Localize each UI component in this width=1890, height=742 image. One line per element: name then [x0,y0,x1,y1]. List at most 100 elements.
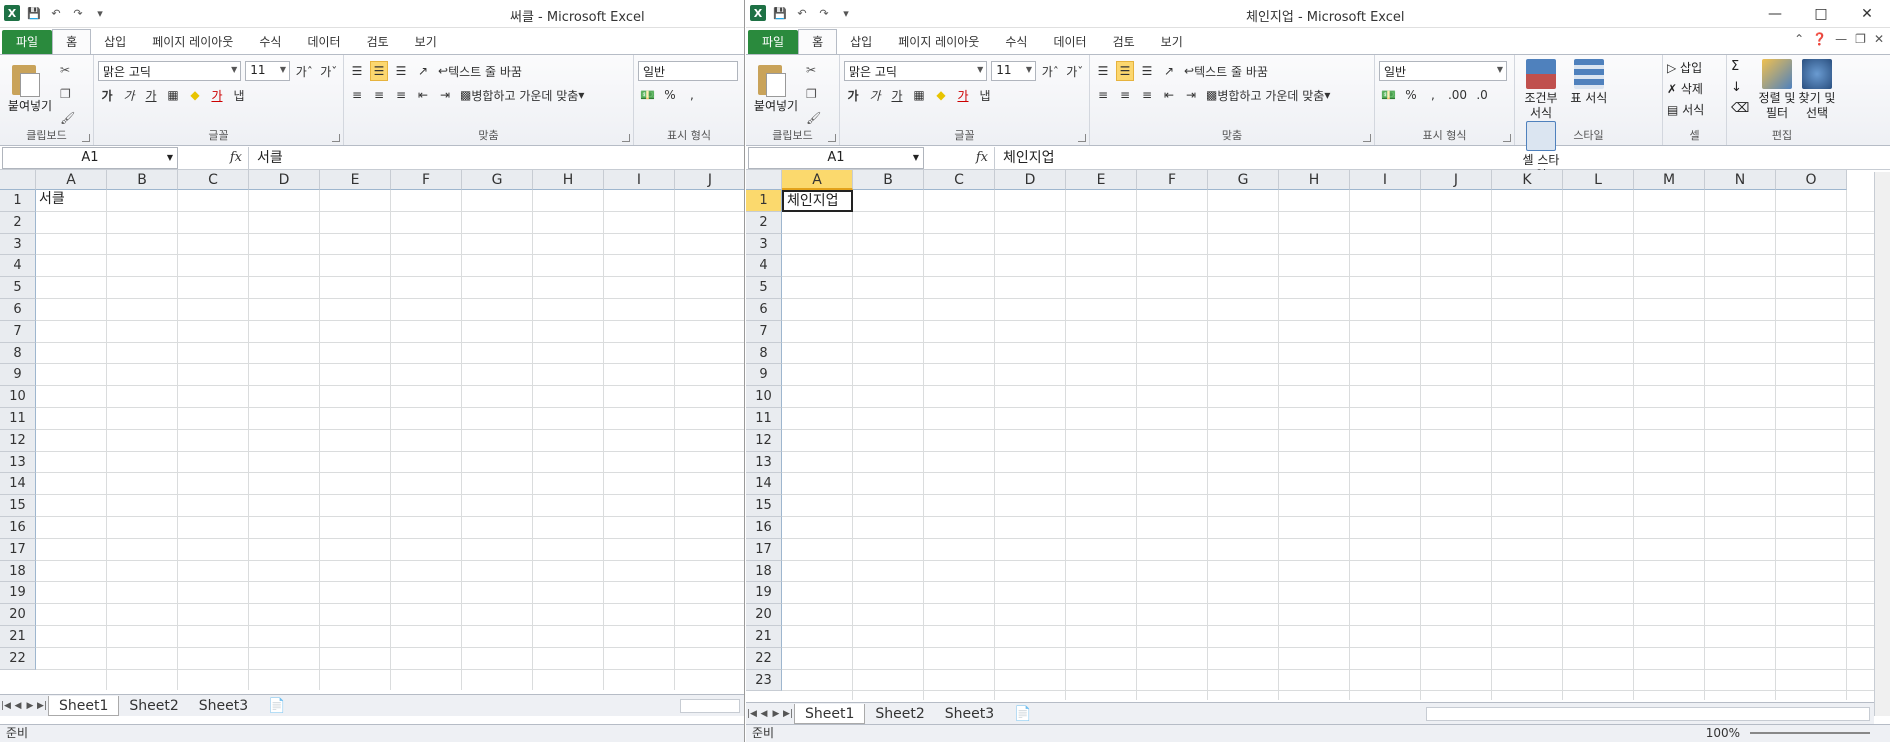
fill-color-icon[interactable]: ◆ [186,85,204,105]
column-header[interactable]: D [995,170,1066,190]
column-header[interactable]: G [1208,170,1279,190]
tab-review[interactable]: 검토 [354,30,402,54]
wrap-text-button[interactable]: ↩ 텍스트 줄 바꿈 [436,61,524,81]
cut-icon[interactable]: ✂ [60,61,82,79]
decrease-decimal-icon[interactable]: .0 [1473,85,1491,105]
insert-sheet-icon[interactable]: 📄 [258,696,295,716]
comma-icon[interactable]: , [1424,85,1442,105]
tab-page-layout[interactable]: 페이지 레이아웃 [139,30,246,54]
row-header[interactable]: 1 [746,190,782,212]
column-header[interactable]: C [924,170,995,190]
row-header[interactable]: 19 [0,582,36,605]
shrink-font-icon[interactable]: 가ˇ [1065,61,1085,81]
row-header[interactable]: 4 [0,255,36,278]
align-bottom-icon[interactable]: ☰ [1138,61,1156,81]
row-header[interactable]: 14 [0,473,36,496]
comma-icon[interactable]: , [683,85,701,105]
align-bottom-icon[interactable]: ☰ [392,61,410,81]
font-color-icon[interactable]: 가 [208,85,226,105]
minimize-ribbon-icon[interactable]: ⌃ [1794,32,1804,46]
zoom-level[interactable]: 100% [1706,725,1740,742]
doc-minimize-icon[interactable]: — [1835,32,1847,46]
row-header[interactable]: 16 [0,517,36,539]
column-header[interactable]: A [782,170,853,190]
cut-icon[interactable]: ✂ [806,61,828,79]
increase-indent-icon[interactable]: ⇥ [436,85,454,105]
align-left-icon[interactable]: ≡ [1094,85,1112,105]
row-header[interactable]: 21 [0,626,36,648]
align-right-icon[interactable]: ≡ [1138,85,1156,105]
redo-icon[interactable]: ↷ [816,5,832,21]
row-header[interactable]: 4 [746,255,782,278]
row-header[interactable]: 7 [746,320,782,343]
row-header[interactable]: 10 [746,386,782,408]
sheet-tab-2[interactable]: Sheet2 [865,704,934,724]
insert-sheet-icon[interactable]: 📄 [1004,704,1041,724]
row-header[interactable]: 19 [746,582,782,605]
excel-logo-icon[interactable]: X [750,5,766,21]
undo-icon[interactable]: ↶ [48,5,64,21]
doc-close-icon[interactable]: ✕ [1874,32,1884,46]
last-sheet-icon[interactable]: ▶| [36,701,48,711]
maximize-icon[interactable]: □ [1798,0,1844,28]
tab-view[interactable]: 보기 [402,30,450,54]
column-header[interactable]: J [675,170,744,190]
customize-qat-icon[interactable]: ▾ [92,5,108,21]
last-sheet-icon[interactable]: ▶| [782,709,794,719]
wrap-text-button[interactable]: ↩ 텍스트 줄 바꿈 [1182,61,1270,81]
percent-icon[interactable]: % [661,85,679,105]
column-header[interactable]: J [1421,170,1492,190]
font-color-icon[interactable]: 가 [954,85,972,105]
horizontal-scrollbar[interactable] [1426,707,1870,721]
autosum-icon[interactable]: Σ [1731,59,1749,74]
increase-decimal-icon[interactable]: .00 [1446,85,1469,105]
column-header[interactable]: F [1137,170,1208,190]
column-header[interactable]: F [391,170,462,190]
column-header[interactable]: G [462,170,533,190]
row-header[interactable]: 13 [746,451,782,474]
insert-function-icon[interactable]: fx [178,147,248,169]
phonetic-icon[interactable]: 냅 [976,85,994,105]
doc-restore-icon[interactable]: ❐ [1855,32,1866,46]
select-all-corner[interactable] [0,170,36,190]
conditional-format-button[interactable]: 조건부 서식 [1519,59,1563,121]
cell-a1[interactable]: 체인지업 [782,190,853,212]
column-header[interactable]: N [1705,170,1776,190]
grow-font-icon[interactable]: 가ˆ [1040,61,1060,81]
customize-qat-icon[interactable]: ▾ [838,5,854,21]
border-icon[interactable]: ▦ [910,85,928,105]
row-header[interactable]: 17 [746,538,782,561]
delete-cells-button[interactable]: ✗ 삭제 [1667,80,1722,97]
align-top-icon[interactable]: ☰ [348,61,366,81]
clear-icon[interactable]: ⌫ [1731,101,1749,116]
sheet-tab-2[interactable]: Sheet2 [119,696,188,716]
sheet-tab-3[interactable]: Sheet3 [935,704,1004,724]
decrease-indent-icon[interactable]: ⇤ [414,85,432,105]
underline-icon[interactable]: 가 [888,85,906,105]
row-header[interactable]: 15 [746,495,782,517]
decrease-indent-icon[interactable]: ⇤ [1160,85,1178,105]
tab-data[interactable]: 데이터 [1040,30,1099,54]
align-center-icon[interactable]: ≡ [1116,85,1134,105]
next-sheet-icon[interactable]: ▶ [24,701,36,711]
orientation-icon[interactable]: ↗ [1160,61,1178,81]
name-box[interactable]: A1 ▼ [748,146,924,169]
column-header[interactable]: C [178,170,249,190]
row-header[interactable]: 12 [0,429,36,452]
close-icon[interactable]: ✕ [1844,0,1890,28]
column-header[interactable]: D [249,170,320,190]
column-header[interactable]: E [1066,170,1137,190]
column-header[interactable]: H [1279,170,1350,190]
minimize-icon[interactable]: — [1752,0,1798,28]
next-sheet-icon[interactable]: ▶ [770,709,782,719]
column-header[interactable]: I [1350,170,1421,190]
copy-icon[interactable]: ❐ [806,85,828,103]
find-select-button[interactable]: 찾기 및 선택 [1797,59,1837,121]
tab-file[interactable]: 파일 [748,30,799,54]
number-format-select[interactable]: 일반 [638,61,738,81]
horizontal-scrollbar[interactable] [680,699,740,713]
row-header[interactable]: 11 [0,408,36,430]
align-left-icon[interactable]: ≡ [348,85,366,105]
row-header[interactable]: 20 [0,604,36,626]
row-header[interactable]: 13 [0,451,36,474]
